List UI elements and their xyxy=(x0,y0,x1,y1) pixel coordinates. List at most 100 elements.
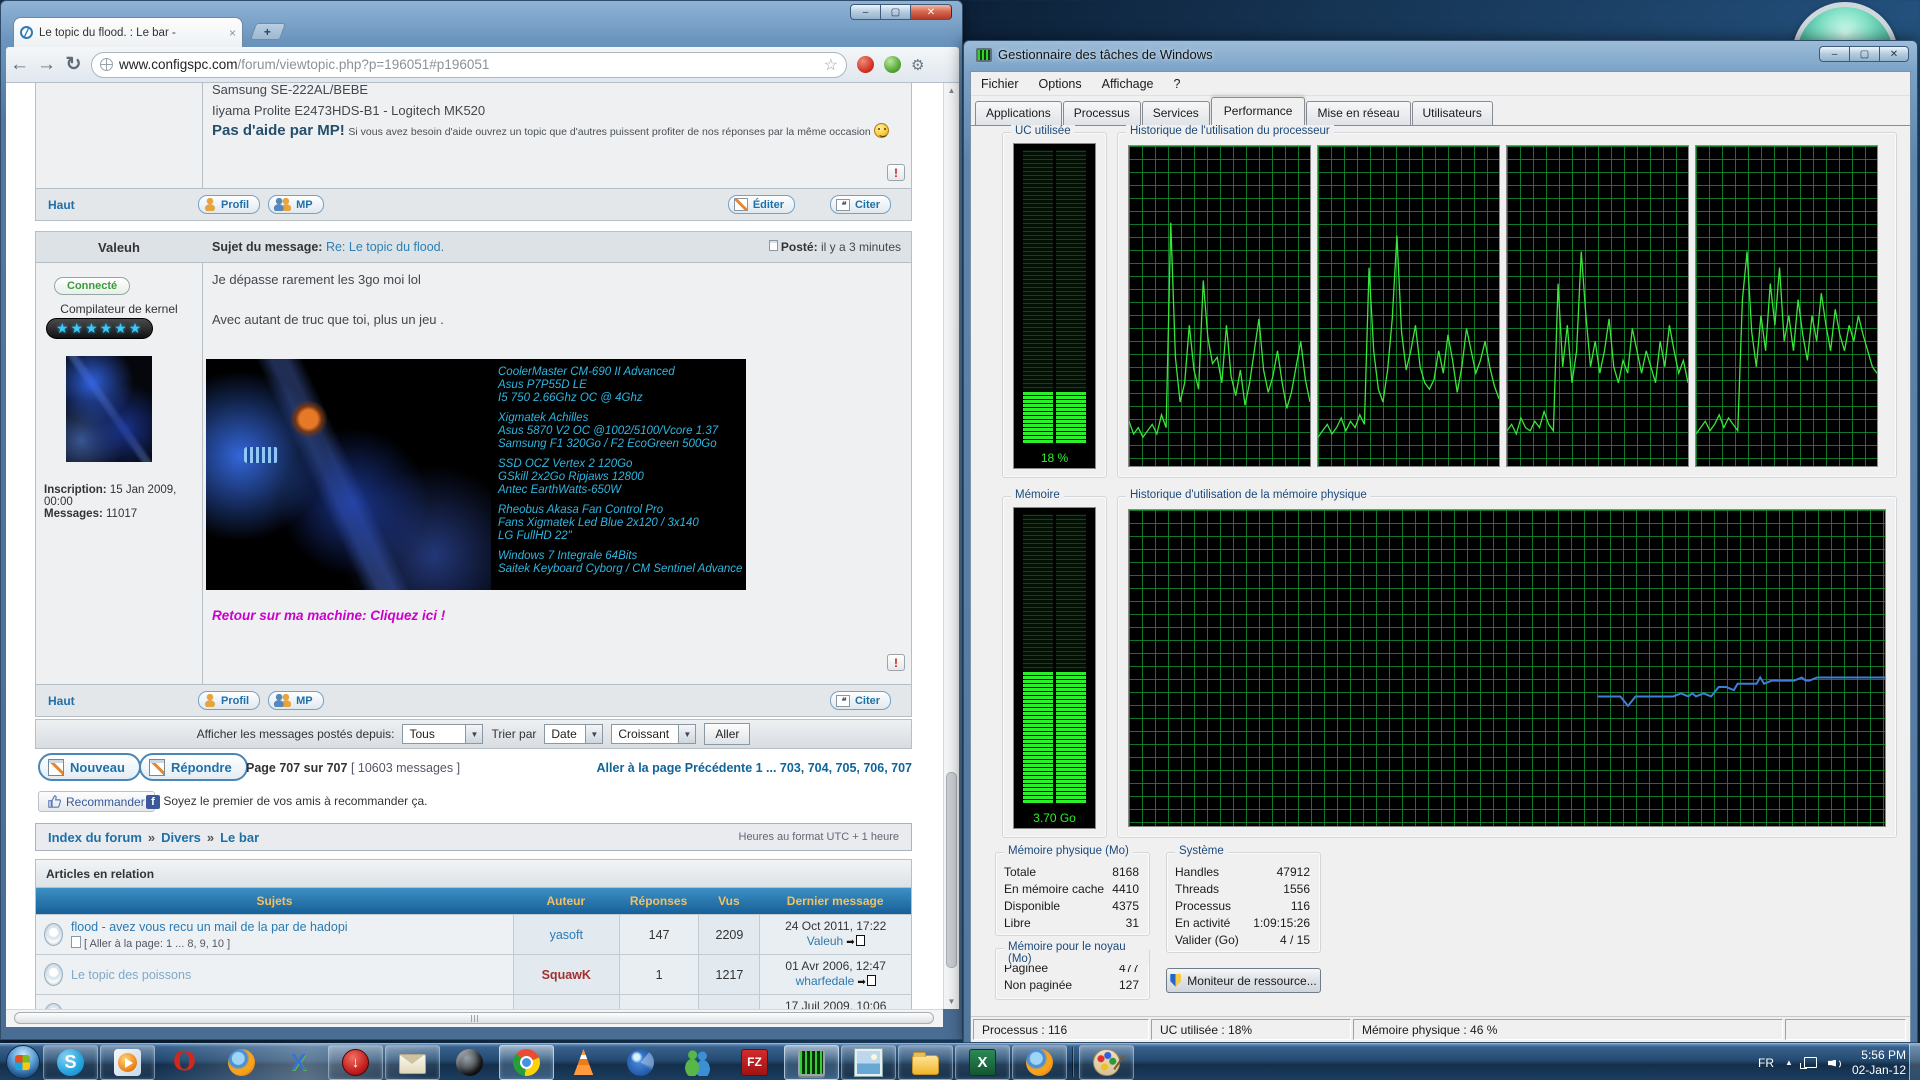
post-author[interactable]: Valeuh xyxy=(36,240,202,255)
tab[interactable]: Mise en réseau xyxy=(1306,101,1410,125)
topic-link[interactable]: Le topic des poissons xyxy=(71,968,191,982)
report-post-button[interactable]: ! xyxy=(887,164,905,181)
taskbar-item-messenger[interactable] xyxy=(670,1045,725,1080)
taskbar-item-google-earth[interactable] xyxy=(613,1045,668,1080)
reload-button[interactable]: ↻ xyxy=(60,53,87,76)
repondre-button[interactable]: Répondre xyxy=(139,753,248,781)
signature-link[interactable]: Retour sur ma machine: Cliquez ici ! xyxy=(212,608,445,623)
scroll-up-icon[interactable]: ▲ xyxy=(944,83,959,98)
topic-author[interactable]: SquawK xyxy=(513,995,619,1009)
taskbar-item-excel[interactable]: X xyxy=(955,1045,1010,1080)
scroll-down-icon[interactable]: ▼ xyxy=(944,994,959,1009)
horizontal-scrollbar[interactable] xyxy=(6,1009,943,1027)
minimize-button[interactable]: – xyxy=(1819,46,1849,62)
aller-button[interactable]: Aller xyxy=(704,723,750,745)
resource-monitor-button[interactable]: Moniteur de ressource... xyxy=(1166,968,1321,993)
editer-button[interactable]: Éditer xyxy=(728,195,795,214)
horizontal-scroll-thumb[interactable] xyxy=(14,1012,934,1024)
last-post-author[interactable]: wharfedale xyxy=(796,974,855,988)
maximize-button[interactable]: ▢ xyxy=(1849,46,1879,62)
address-bar[interactable]: www.configspc.com/forum/viewtopic.php?p=… xyxy=(91,52,847,78)
show-desktop-button[interactable] xyxy=(1909,1044,1920,1080)
mp-button[interactable]: MP xyxy=(268,195,324,214)
browser-tab[interactable]: Le topic du flood. : Le bar - × xyxy=(13,17,243,47)
taskbar-item-explorer[interactable] xyxy=(898,1045,953,1080)
breadcrumb-lebar[interactable]: Le bar xyxy=(220,830,259,845)
taskbar-item-filezilla[interactable]: FZ xyxy=(727,1045,782,1080)
subject-link[interactable]: Re: Le topic du flood. xyxy=(326,240,444,254)
language-indicator[interactable]: FR xyxy=(1758,1056,1774,1070)
haut-link[interactable]: Haut xyxy=(48,198,198,212)
last-post-date: 17 Juil 2009, 10:06 xyxy=(785,999,886,1009)
table-row: Le topic des poissons SquawK 1 1217 01 A… xyxy=(36,954,911,994)
start-button[interactable] xyxy=(3,1044,42,1080)
filter-period-select[interactable]: Tous▼ xyxy=(402,724,483,744)
breadcrumb-divers[interactable]: Divers xyxy=(161,830,201,845)
vertical-scroll-thumb[interactable] xyxy=(946,772,957,968)
topic-link[interactable]: flood - avez vous recu un mail de la par… xyxy=(71,920,348,934)
citer-button[interactable]: ❝Citer xyxy=(830,195,891,214)
taskbar-item-photo-viewer[interactable] xyxy=(841,1045,896,1080)
tab[interactable]: Services xyxy=(1142,101,1210,125)
taskbar-item-firefox[interactable] xyxy=(214,1045,269,1080)
page-jump-links[interactable]: Aller à la page Précédente 1 ... 703, 70… xyxy=(482,761,912,775)
taskbar-item-chrome[interactable] xyxy=(499,1045,554,1080)
bookmark-star-icon[interactable]: ☆ xyxy=(824,55,838,75)
breadcrumb-index[interactable]: Index du forum xyxy=(48,830,142,845)
taskbar-item-vlc[interactable] xyxy=(556,1045,611,1080)
close-button[interactable]: ✕ xyxy=(1879,46,1909,62)
taskbar-item-paint[interactable] xyxy=(1079,1045,1134,1080)
adblock-icon[interactable] xyxy=(857,56,874,73)
taskbar-item-skype[interactable]: S xyxy=(43,1045,98,1080)
tab[interactable]: Performance xyxy=(1211,97,1306,125)
menu-item[interactable]: Options xyxy=(1029,74,1092,94)
maximize-button[interactable]: ▢ xyxy=(880,4,910,20)
taskbar-item-live-mail[interactable] xyxy=(385,1045,440,1080)
tab[interactable]: Utilisateurs xyxy=(1412,101,1493,125)
goto-last-post-icon[interactable]: ➡ xyxy=(846,937,864,948)
tray-clock[interactable]: 5:56 PM 02-Jan-12 xyxy=(1852,1048,1906,1078)
citer-button[interactable]: ❝Citer xyxy=(830,691,891,710)
forward-button[interactable]: → xyxy=(33,54,60,76)
wrench-menu-icon[interactable]: ⚙ xyxy=(911,56,924,74)
report-post-button[interactable]: ! xyxy=(887,654,905,671)
green-extension-icon[interactable] xyxy=(884,56,901,73)
taskbar-item-opera[interactable]: O xyxy=(157,1045,212,1080)
close-button[interactable]: ✕ xyxy=(910,4,952,20)
menu-item[interactable]: Fichier xyxy=(971,74,1029,94)
taskbar-item-task-manager[interactable] xyxy=(784,1045,839,1080)
tray-up-arrow-icon[interactable]: ▲ xyxy=(1785,1058,1793,1067)
task-manager-titlebar[interactable]: Gestionnaire des tâches de Windows xyxy=(976,47,1213,62)
recommander-button[interactable]: Recommander xyxy=(38,791,155,812)
goto-last-post-icon[interactable]: ➡ xyxy=(857,977,875,988)
taskbar-item-x-app[interactable]: X xyxy=(271,1045,326,1080)
last-post-author[interactable]: Valeuh xyxy=(807,934,843,948)
topic-author[interactable]: SquawK xyxy=(513,955,619,994)
back-button[interactable]: ← xyxy=(6,54,33,76)
sort-field-select[interactable]: Date▼ xyxy=(544,724,603,744)
nouveau-button[interactable]: Nouveau xyxy=(38,753,141,781)
tab-close-icon[interactable]: × xyxy=(229,26,236,40)
vertical-scrollbar[interactable]: ▲ ▼ xyxy=(943,83,959,1009)
haut-link[interactable]: Haut xyxy=(48,694,198,708)
explorer-folder-icon xyxy=(912,1055,939,1075)
taskbar-item-firefox-window[interactable] xyxy=(1012,1045,1067,1080)
profil-button[interactable]: Profil xyxy=(198,691,260,710)
topic-pages[interactable]: [ Aller à la page: 1 ... 8, 9, 10 ] xyxy=(71,936,348,950)
menu-item[interactable]: ? xyxy=(1164,74,1191,94)
taskbar-item-media-player[interactable] xyxy=(100,1045,155,1080)
menu-item[interactable]: Affichage xyxy=(1092,74,1164,94)
tab[interactable]: Applications xyxy=(975,101,1062,125)
url-text[interactable]: www.configspc.com/forum/viewtopic.php?p=… xyxy=(119,57,818,72)
taskbar-item-web-globe[interactable] xyxy=(442,1045,497,1080)
network-icon[interactable] xyxy=(1804,1057,1817,1068)
taskbar-item-tv-downloader[interactable]: ↓ xyxy=(328,1045,383,1080)
mp-button[interactable]: MP xyxy=(268,691,324,710)
minimize-button[interactable]: – xyxy=(850,4,880,20)
sort-order-select[interactable]: Croissant▼ xyxy=(611,724,696,744)
tab[interactable]: Processus xyxy=(1063,101,1141,125)
topic-author[interactable]: yasoft xyxy=(513,915,619,954)
volume-icon[interactable] xyxy=(1828,1057,1841,1069)
new-tab-button[interactable]: + xyxy=(250,23,286,40)
profil-button[interactable]: Profil xyxy=(198,195,260,214)
